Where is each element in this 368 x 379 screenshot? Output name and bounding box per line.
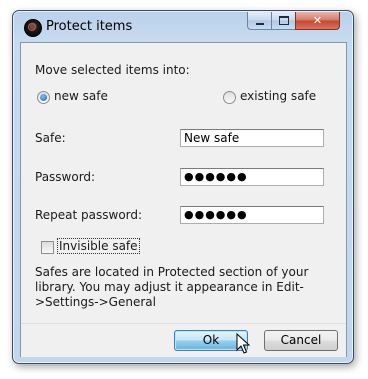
maximize-button[interactable] [271,12,296,30]
invisible-safe-checkbox[interactable] [41,241,54,254]
repeat-password-input[interactable]: ●●●●●● [180,206,324,224]
app-logo-icon [24,19,42,37]
safe-name-input[interactable]: New safe [180,129,324,147]
close-icon: ✕ [312,14,323,27]
minimize-button[interactable] [247,12,272,30]
password-label: Password: [35,170,96,184]
cancel-button[interactable]: Cancel [264,330,338,351]
invisible-safe-label[interactable]: Invisible safe [57,238,140,254]
radio-existing-safe[interactable] [223,91,236,104]
info-text: Safes are located in Protected section o… [35,265,309,309]
move-label: Move selected items into: [35,63,190,77]
mouse-pointer-icon [236,333,250,354]
maximize-icon [278,16,289,25]
radio-existing-safe-label[interactable]: existing safe [240,89,316,103]
window-title: Protect items [46,19,133,34]
radio-new-safe-label[interactable]: new safe [54,89,108,103]
radio-new-safe[interactable] [37,91,50,104]
repeat-password-label: Repeat password: [35,208,143,222]
close-button[interactable]: ✕ [295,12,340,30]
title-bar[interactable]: Protect items ✕ [13,11,353,43]
protect-items-dialog: Protect items ✕ Move selected items into… [12,10,354,364]
safe-label: Safe: [35,131,66,145]
minimize-icon [255,22,264,25]
password-input[interactable]: ●●●●●● [180,168,324,186]
dialog-body: Move selected items into: new safe exist… [20,42,347,357]
